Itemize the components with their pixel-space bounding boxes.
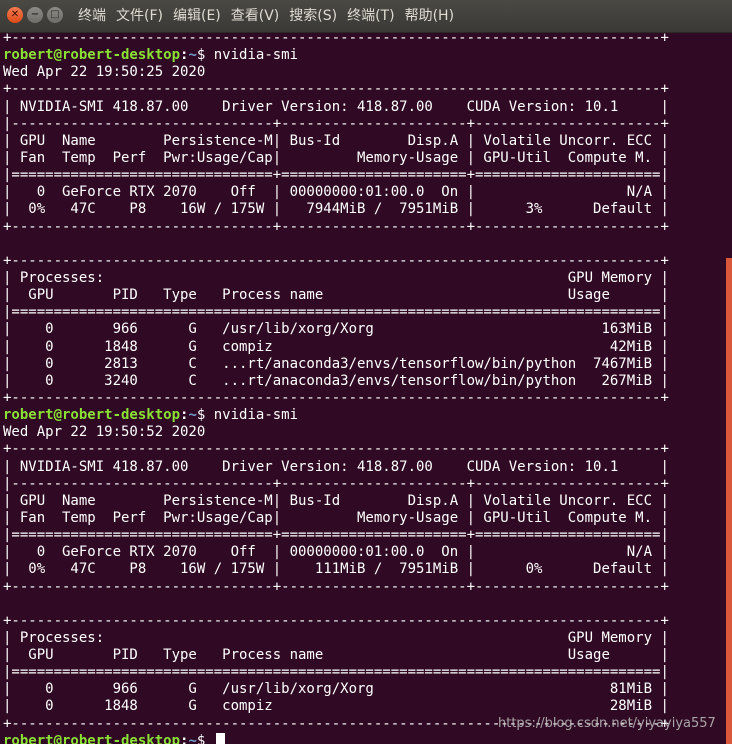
output-line: | 0 2813 C ...rt/anaconda3/envs/tensorfl… [3, 355, 669, 372]
output-line: | NVIDIA-SMI 418.87.00 Driver Version: 4… [3, 458, 669, 475]
prompt-path: ~ [188, 47, 197, 64]
prompt-line: robert@robert-desktop:~$ nvidia-smi [3, 47, 718, 64]
menu-edit[interactable]: 编辑(E) [173, 0, 221, 32]
output-line: +---------------------------------------… [3, 81, 669, 98]
text-cursor [215, 732, 225, 744]
command-text: nvidia-smi [213, 407, 299, 424]
output-line: | 0% 47C P8 16W / 175W | 7944MiB / 7951M… [3, 201, 669, 218]
menu-bar: 终端 文件(F) 编辑(E) 查看(V) 搜索(S) 终端(T) 帮助(H) [78, 0, 454, 32]
output-line: | 0 966 G /usr/lib/xorg/Xorg 163MiB | [3, 321, 669, 338]
maximize-window-button[interactable]: □ [47, 7, 63, 23]
output-line: Wed Apr 22 19:50:52 2020 [3, 424, 206, 441]
output-line: | Processes: GPU Memory | [3, 629, 669, 646]
scrollbar[interactable] [726, 258, 732, 744]
menu-help[interactable]: 帮助(H) [405, 0, 454, 32]
title-bar: ✕ − □ 终端 文件(F) 编辑(E) 查看(V) 搜索(S) 终端(T) 帮… [0, 0, 732, 33]
prompt-symbol: $ [196, 732, 214, 744]
menu-file[interactable]: 文件(F) [116, 0, 163, 32]
prompt-user: robert@robert-desktop [3, 732, 181, 744]
prompt-user: robert@robert-desktop [3, 47, 181, 64]
output-line: +-------------------------------+-------… [3, 218, 669, 235]
menu-view[interactable]: 查看(V) [231, 0, 280, 32]
output-line: |===============================+=======… [3, 527, 669, 544]
close-window-button[interactable]: ✕ [7, 7, 23, 23]
output-line: | 0 3240 C ...rt/anaconda3/envs/tensorfl… [3, 372, 669, 389]
output-line: | 0 1848 G compiz 42MiB | [3, 338, 669, 355]
command-text: nvidia-smi [213, 47, 299, 64]
menu-search[interactable]: 搜索(S) [289, 0, 337, 32]
output-line: | 0 966 G /usr/lib/xorg/Xorg 81MiB | [3, 681, 669, 698]
output-line: +---------------------------------------… [3, 30, 669, 46]
output-line: | GPU Name Persistence-M| Bus-Id Disp.A … [3, 132, 669, 149]
output-line: | 0% 47C P8 16W / 175W | 111MiB / 7951Mi… [3, 561, 669, 578]
output-line: | 0 GeForce RTX 2070 Off | 00000000:01:0… [3, 184, 669, 201]
output-line: +---------------------------------------… [3, 612, 669, 629]
output-line: | Fan Temp Perf Pwr:Usage/Cap| Memory-Us… [3, 149, 669, 166]
output-line: |=======================================… [3, 664, 669, 681]
output-line: |=======================================… [3, 304, 669, 321]
output-line: +-------------------------------+-------… [3, 578, 669, 595]
output-line: +---------------------------------------… [3, 389, 669, 406]
output-line: | GPU Name Persistence-M| Bus-Id Disp.A … [3, 492, 669, 509]
output-line: Wed Apr 22 19:50:25 2020 [3, 64, 206, 81]
output-line: | Processes: GPU Memory | [3, 269, 669, 286]
prompt-symbol: $ [196, 47, 214, 64]
prompt-symbol: $ [196, 407, 214, 424]
output-line: | GPU PID Type Process name Usage | [3, 287, 669, 304]
output-line: |===============================+=======… [3, 167, 669, 184]
output-line: | Fan Temp Perf Pwr:Usage/Cap| Memory-Us… [3, 509, 669, 526]
app-title: 终端 [78, 8, 106, 24]
prompt-line: robert@robert-desktop:~$ [3, 732, 718, 744]
menu-terminal[interactable]: 终端(T) [347, 0, 394, 32]
prompt-path: ~ [188, 732, 197, 744]
output-line: | NVIDIA-SMI 418.87.00 Driver Version: 4… [3, 98, 669, 115]
output-line: | 0 GeForce RTX 2070 Off | 00000000:01:0… [3, 544, 669, 561]
output-line: +---------------------------------------… [3, 252, 669, 269]
terminal-window: ✕ − □ 终端 文件(F) 编辑(E) 查看(V) 搜索(S) 终端(T) 帮… [0, 0, 732, 744]
prompt-user: robert@robert-desktop [3, 407, 181, 424]
output-line: | 0 1848 G compiz 28MiB | [3, 698, 669, 715]
prompt-path: ~ [188, 407, 197, 424]
prompt-line: robert@robert-desktop:~$ nvidia-smi [3, 407, 718, 424]
output-line: |-------------------------------+-------… [3, 475, 669, 492]
output-line: | GPU PID Type Process name Usage | [3, 647, 669, 664]
terminal-output[interactable]: +---------------------------------------… [3, 30, 718, 744]
minimize-window-button[interactable]: − [27, 7, 43, 23]
watermark: https://blog.csdn.net/yiyayiya557 [498, 716, 716, 731]
output-line: +---------------------------------------… [3, 441, 669, 458]
output-line: |-------------------------------+-------… [3, 115, 669, 132]
